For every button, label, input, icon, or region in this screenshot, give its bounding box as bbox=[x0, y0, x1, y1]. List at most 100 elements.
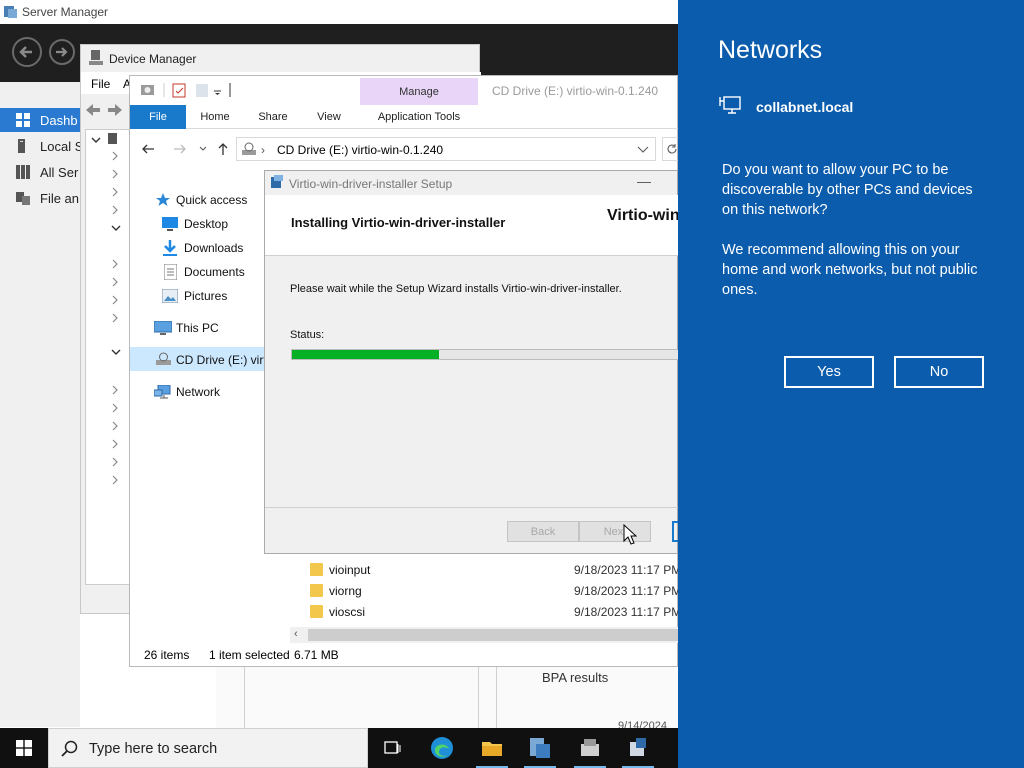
progress-fill bbox=[292, 350, 439, 359]
setup-header: Installing Virtio-win-driver-installer V… bbox=[265, 195, 679, 256]
folder-icon bbox=[310, 584, 323, 597]
status-size: 6.71 MB bbox=[294, 648, 339, 662]
nav-label: This PC bbox=[176, 321, 219, 335]
nav-label: Pictures bbox=[184, 289, 228, 303]
edge-icon bbox=[431, 737, 453, 759]
breadcrumb-separator-icon: › bbox=[261, 143, 265, 157]
nav-label: Documents bbox=[184, 265, 245, 279]
sidebar-item-all-servers[interactable]: All Ser bbox=[0, 160, 80, 184]
sidebar-item-dashboard[interactable]: Dashb bbox=[0, 108, 80, 132]
chevron-down-icon[interactable] bbox=[637, 146, 649, 154]
back-button[interactable] bbox=[12, 37, 42, 67]
installer-icon bbox=[271, 175, 283, 188]
scroll-left-icon[interactable]: ‹ bbox=[294, 628, 298, 640]
nav-documents[interactable]: Documents bbox=[162, 263, 262, 281]
nav-network[interactable]: Network bbox=[154, 383, 264, 401]
taskbar: Type here to search bbox=[0, 728, 678, 768]
forward-button[interactable] bbox=[49, 39, 75, 65]
task-view-button[interactable] bbox=[376, 732, 408, 764]
refresh-button[interactable] bbox=[662, 137, 679, 161]
nav-this-pc[interactable]: This PC bbox=[154, 319, 264, 337]
file-name: viorng bbox=[329, 584, 362, 598]
device-manager-toolbar bbox=[81, 95, 129, 125]
nav-label: Quick access bbox=[176, 193, 248, 207]
networks-flyout: Networks collabnet.local Do you want to … bbox=[678, 0, 1024, 768]
taskbar-device-manager[interactable] bbox=[574, 732, 606, 768]
tab-home[interactable]: Home bbox=[192, 105, 238, 129]
nav-desktop[interactable]: Desktop bbox=[162, 215, 262, 233]
sidebar-item-local-server[interactable]: Local S bbox=[0, 134, 83, 158]
device-tree bbox=[85, 129, 131, 585]
menu-file[interactable]: File bbox=[91, 77, 110, 91]
server-manager-sidebar: Dashb Local S All Ser File an bbox=[0, 82, 83, 727]
bpa-results-label[interactable]: BPA results bbox=[542, 670, 608, 685]
discoverable-question: Do you want to allow your PC to be disco… bbox=[722, 162, 973, 218]
sidebar-item-label: File an bbox=[40, 191, 80, 206]
nav-label: Desktop bbox=[184, 217, 229, 231]
arrow-left-icon bbox=[19, 46, 32, 58]
nav-quick-access[interactable]: Quick access bbox=[154, 191, 264, 209]
setup-dialog: Virtio-win-driver-installer Setup — Inst… bbox=[264, 170, 679, 554]
install-progress-bar bbox=[291, 349, 679, 360]
nav-downloads[interactable]: Downloads bbox=[162, 239, 262, 257]
panel-divider bbox=[244, 667, 245, 728]
back-button[interactable]: Back bbox=[507, 521, 579, 542]
nav-buttons-icon[interactable] bbox=[140, 140, 230, 158]
tab-file[interactable]: File bbox=[130, 105, 186, 129]
taskbar-server-manager[interactable] bbox=[524, 732, 556, 768]
status-item-count: 26 items bbox=[144, 648, 190, 662]
folder-icon bbox=[310, 563, 323, 576]
network-name: collabnet.local bbox=[756, 99, 854, 115]
nav-arrows-icon[interactable] bbox=[85, 103, 123, 117]
status-label: Status: bbox=[290, 329, 325, 341]
horizontal-scrollbar[interactable]: ‹ bbox=[290, 627, 679, 643]
file-date: 9/18/2023 11:17 PM bbox=[574, 605, 682, 619]
scrollbar-thumb[interactable] bbox=[308, 629, 679, 641]
start-button[interactable] bbox=[0, 728, 48, 768]
ethernet-network-icon bbox=[719, 96, 741, 114]
tab-share[interactable]: Share bbox=[250, 105, 296, 129]
file-name: vioscsi bbox=[329, 605, 366, 619]
taskbar-search-box[interactable]: Type here to search bbox=[48, 728, 368, 768]
file-services-icon bbox=[16, 192, 30, 205]
search-placeholder: Type here to search bbox=[89, 741, 218, 757]
local-server-icon bbox=[18, 139, 25, 153]
taskbar-installer[interactable] bbox=[622, 732, 654, 768]
nav-cd-drive[interactable]: CD Drive (E:) virti bbox=[130, 347, 265, 371]
manage-context-group: Manage bbox=[360, 78, 478, 105]
no-button[interactable]: No bbox=[894, 356, 984, 388]
quick-access-toolbar-icon[interactable] bbox=[138, 81, 248, 99]
pictures-icon bbox=[162, 289, 178, 303]
taskbar-edge[interactable] bbox=[426, 732, 458, 764]
cd-drive-icon bbox=[156, 352, 171, 365]
next-button[interactable]: Next bbox=[579, 521, 651, 542]
star-icon bbox=[156, 193, 170, 206]
folder-icon bbox=[310, 605, 323, 618]
address-bar[interactable]: › CD Drive (E:) virtio-win-0.1.240 bbox=[236, 137, 656, 161]
mouse-cursor-icon bbox=[623, 524, 637, 545]
networks-heading: Networks bbox=[718, 36, 823, 64]
server-manager-icon bbox=[4, 6, 17, 18]
nav-label: CD Drive (E:) virti bbox=[176, 353, 265, 367]
file-date: 9/18/2023 11:17 PM bbox=[574, 584, 682, 598]
nav-pictures[interactable]: Pictures bbox=[162, 287, 262, 305]
tab-view[interactable]: View bbox=[306, 105, 352, 129]
file-name: vioinput bbox=[329, 563, 371, 577]
tree-expanders-icon bbox=[91, 133, 121, 485]
yes-button[interactable]: Yes bbox=[784, 356, 874, 388]
tab-application-tools[interactable]: Application Tools bbox=[362, 105, 476, 129]
date-text: 9/14/2024 bbox=[618, 720, 667, 728]
status-selected: 1 item selected bbox=[209, 648, 290, 662]
ribbon-tabs: File Home Share View Application Tools bbox=[130, 105, 679, 129]
search-icon bbox=[61, 740, 78, 757]
device-manager-icon bbox=[89, 50, 103, 65]
server-manager-content: BPA results 9/14/2024 bbox=[216, 667, 678, 728]
sidebar-item-file-services[interactable]: File an bbox=[0, 186, 80, 210]
taskbar-file-explorer[interactable] bbox=[476, 732, 508, 768]
device-manager-title: Device Manager bbox=[109, 52, 197, 66]
nav-label: Downloads bbox=[184, 241, 244, 255]
arrow-right-icon bbox=[56, 47, 68, 57]
dashboard-icon bbox=[16, 113, 30, 127]
computer-icon bbox=[154, 321, 172, 335]
minimize-icon[interactable]: — bbox=[637, 173, 651, 189]
